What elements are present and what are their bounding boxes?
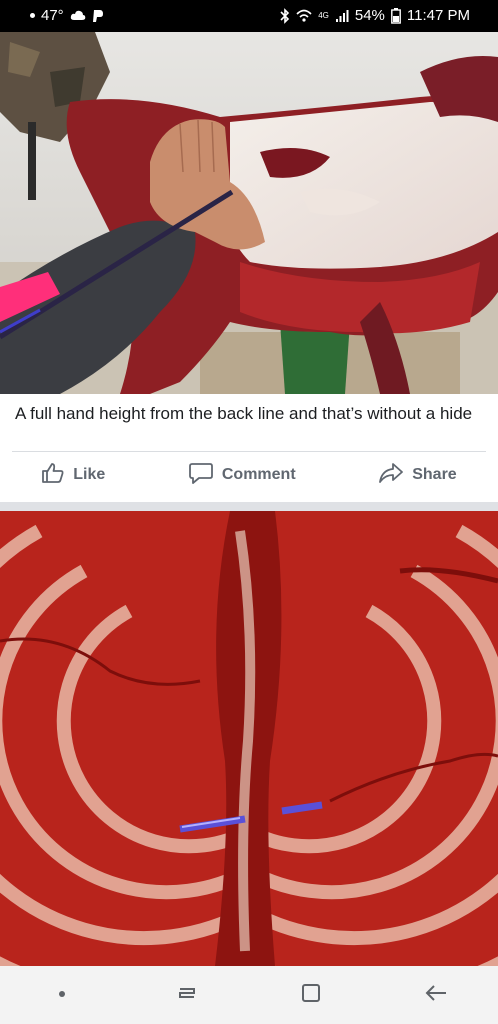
feed-separator xyxy=(0,502,498,511)
comment-bubble-icon xyxy=(188,461,214,490)
like-button[interactable]: Like xyxy=(41,461,105,490)
notification-dot-icon xyxy=(30,13,35,18)
post-photo-carcass[interactable] xyxy=(0,32,498,394)
post-photo-ribcage[interactable] xyxy=(0,511,498,966)
post-actions: Like Comment Share xyxy=(0,454,498,496)
post-card: A full hand height from the back line an… xyxy=(0,394,498,502)
network-type: 4G xyxy=(318,11,329,20)
clock: 11:47 PM xyxy=(406,7,470,24)
share-arrow-icon xyxy=(378,461,404,490)
bluetooth-icon xyxy=(280,7,290,24)
carcass-photo-art xyxy=(0,32,498,394)
signal-icon xyxy=(335,9,349,23)
p-app-icon xyxy=(92,9,104,23)
share-label: Share xyxy=(412,466,457,483)
home-button[interactable] xyxy=(281,975,341,1015)
post-caption: A full hand height from the back line an… xyxy=(15,404,473,423)
ribcage-photo-art xyxy=(0,511,498,966)
android-nav-bar xyxy=(0,966,498,1024)
recent-apps-icon xyxy=(176,983,198,1008)
comment-button[interactable]: Comment xyxy=(188,461,296,490)
comment-label: Comment xyxy=(221,466,296,483)
temperature: 47° xyxy=(41,7,64,24)
status-right: 4G 54% 11:47 PM xyxy=(280,7,470,24)
wifi-icon xyxy=(296,9,312,23)
battery-icon xyxy=(391,7,401,24)
status-left: 47° xyxy=(30,7,104,24)
status-bar: 47° 4G 54% 11:47 PM xyxy=(0,0,498,32)
thumbs-up-icon xyxy=(41,461,65,490)
recent-apps-button[interactable] xyxy=(157,975,217,1015)
nav-dot-button[interactable] xyxy=(32,975,92,1015)
home-icon xyxy=(300,982,322,1009)
back-button[interactable] xyxy=(406,975,466,1015)
dot-icon xyxy=(57,986,67,1004)
like-label: Like xyxy=(73,466,106,483)
cloud-icon xyxy=(70,10,86,21)
back-icon xyxy=(424,983,448,1008)
battery-percent: 54% xyxy=(354,7,385,24)
share-button[interactable]: Share xyxy=(378,461,457,490)
post-divider xyxy=(12,451,486,452)
